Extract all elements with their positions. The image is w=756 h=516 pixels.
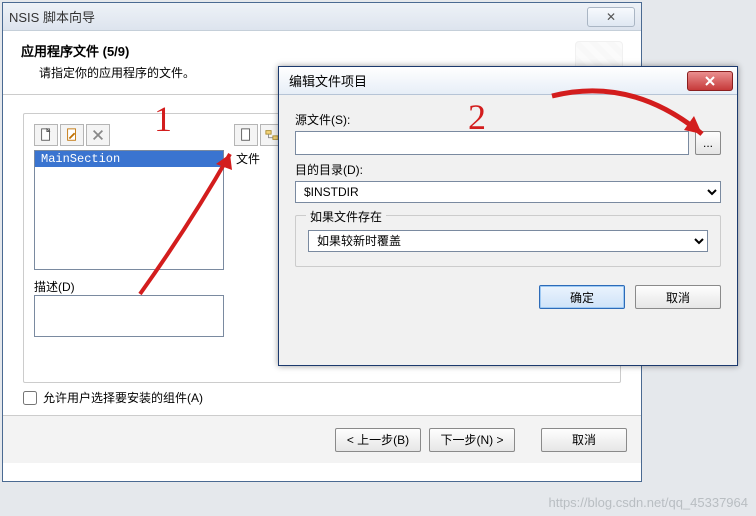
edit-file-dialog: 编辑文件项目 源文件(S): ... 目的目录(D): $INSTDIR 如果文…: [278, 66, 738, 366]
next-button[interactable]: 下一步(N) >: [429, 428, 515, 452]
section-item-selected[interactable]: MainSection: [35, 151, 223, 167]
allow-select-checkbox[interactable]: [23, 391, 37, 405]
source-file-input[interactable]: [295, 131, 689, 155]
ok-button[interactable]: 确定: [539, 285, 625, 309]
dest-dir-label: 目的目录(D):: [295, 161, 721, 178]
overwrite-group: 如果文件存在 如果较新时覆盖: [295, 215, 721, 267]
wizard-titlebar: NSIS 脚本向导 ✕: [3, 3, 641, 31]
dialog-footer: 确定 取消: [295, 285, 721, 309]
source-file-row: 源文件(S): ...: [295, 111, 721, 155]
dialog-cancel-button[interactable]: 取消: [635, 285, 721, 309]
description-label: 描述(D): [34, 278, 224, 295]
sections-column: MainSection 描述(D): [34, 124, 224, 337]
wizard-close-button[interactable]: ✕: [587, 7, 635, 27]
wizard-window-title: NSIS 脚本向导: [9, 7, 95, 26]
close-icon: ✕: [606, 10, 616, 24]
description-textbox[interactable]: [34, 295, 224, 337]
dest-dir-row: 目的目录(D): $INSTDIR: [295, 161, 721, 203]
edit-section-button[interactable]: [60, 124, 84, 146]
sections-listbox[interactable]: MainSection: [34, 150, 224, 270]
wizard-header-subtitle: 请指定你的应用程序的文件。: [39, 64, 195, 81]
wizard-footer: < 上一步(B) 下一步(N) > 取消: [3, 415, 641, 463]
close-icon: [704, 75, 716, 87]
new-file-icon: [239, 128, 253, 142]
ellipsis-icon: ...: [703, 136, 713, 150]
add-file-button[interactable]: [234, 124, 258, 146]
overwrite-legend: 如果文件存在: [306, 208, 386, 225]
cancel-button[interactable]: 取消: [541, 428, 627, 452]
dialog-title: 编辑文件项目: [289, 71, 367, 90]
source-file-label: 源文件(S):: [295, 111, 721, 128]
dialog-close-button[interactable]: [687, 71, 733, 91]
new-section-button[interactable]: [34, 124, 58, 146]
dialog-titlebar: 编辑文件项目: [279, 67, 737, 95]
back-button[interactable]: < 上一步(B): [335, 428, 421, 452]
new-file-icon: [39, 128, 53, 142]
delete-section-button[interactable]: [86, 124, 110, 146]
watermark: https://blog.csdn.net/qq_45337964: [549, 495, 749, 510]
folder-tree-icon: [265, 128, 279, 142]
dest-dir-combo[interactable]: $INSTDIR: [295, 181, 721, 203]
wizard-header-title: 应用程序文件 (5/9): [21, 41, 195, 60]
overwrite-combo[interactable]: 如果较新时覆盖: [308, 230, 708, 252]
allow-select-row: 允许用户选择要安装的组件(A): [23, 389, 621, 406]
browse-source-button[interactable]: ...: [695, 131, 721, 155]
sections-toolbar: [34, 124, 224, 146]
edit-file-icon: [65, 128, 79, 142]
dialog-body: 源文件(S): ... 目的目录(D): $INSTDIR 如果文件存在 如果较…: [279, 95, 737, 323]
wizard-window-buttons: ✕: [587, 7, 635, 27]
delete-icon: [91, 128, 105, 142]
allow-select-label: 允许用户选择要安装的组件(A): [43, 389, 203, 406]
